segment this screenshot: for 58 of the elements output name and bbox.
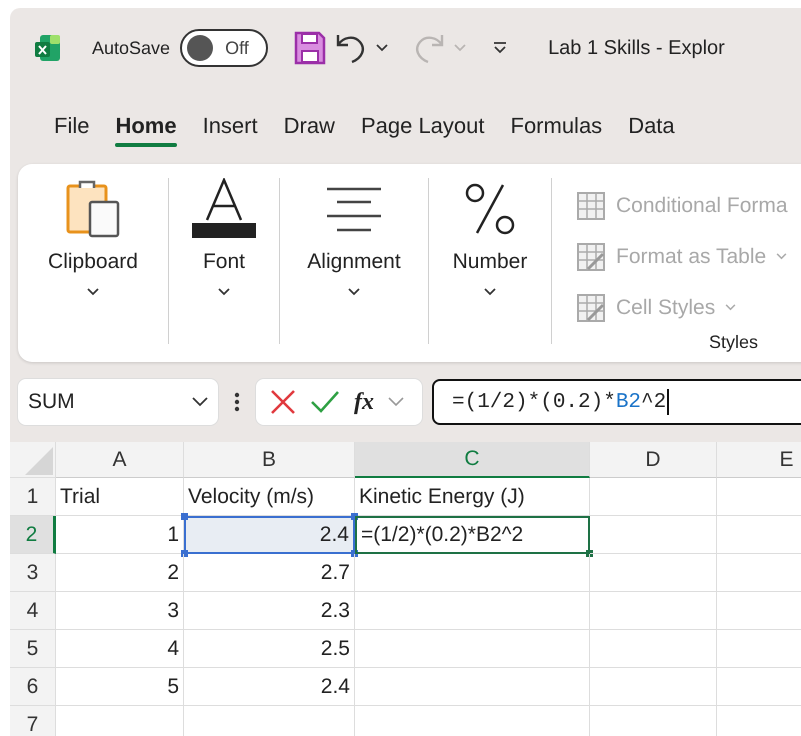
customize-icon[interactable] — [492, 41, 508, 55]
more-options-icon[interactable] — [234, 392, 240, 412]
ribbon-group-button[interactable]: Alignment — [307, 250, 401, 274]
table-cell: Kinetic Energy (J) — [355, 478, 590, 516]
ribbon-tab[interactable]: Home — [105, 105, 187, 147]
ribbon-tab[interactable]: Page Layout — [350, 105, 494, 147]
check-icon[interactable] — [310, 390, 340, 414]
row-header[interactable]: 1 — [10, 478, 56, 516]
table-cell: 2 — [56, 554, 184, 592]
table-cell: 4 — [56, 630, 184, 668]
table-cell: 2.5 — [184, 630, 355, 668]
cancel-icon[interactable] — [270, 389, 296, 415]
table-cell: 2.3 — [184, 592, 355, 630]
row-header[interactable]: 7 — [10, 706, 56, 736]
table-cell: 5 — [56, 668, 184, 706]
caret-icon[interactable] — [376, 44, 388, 52]
align-center-icon[interactable] — [325, 186, 383, 234]
document-title: Lab 1 Skills - Explor — [548, 36, 725, 60]
row-header[interactable]: 5 — [10, 630, 56, 668]
ribbon-tab[interactable]: Data — [618, 105, 685, 147]
autosave-toggle[interactable]: Off — [180, 29, 268, 67]
table-cell: 2.4 — [184, 668, 355, 706]
row-header[interactable]: 4 — [10, 592, 56, 630]
ribbon-tab[interactable]: Formulas — [500, 105, 612, 147]
caret-icon[interactable] — [348, 288, 360, 296]
column-header[interactable]: C — [355, 442, 590, 478]
autosave-label: AutoSave — [92, 38, 170, 58]
table-cell: Trial — [56, 478, 184, 516]
column-header[interactable]: E — [717, 442, 801, 478]
row-header[interactable]: 6 — [10, 668, 56, 706]
ribbon-group-button[interactable]: Number — [452, 250, 528, 274]
table-cell: 2.7 — [184, 554, 355, 592]
row-header[interactable]: 2 — [10, 516, 56, 554]
table-cell: 2.4 — [184, 516, 355, 554]
spreadsheet-app-icon — [34, 33, 62, 63]
group-label: Styles — [709, 332, 758, 353]
font-color-icon[interactable] — [191, 178, 257, 240]
column-header[interactable]: D — [590, 442, 717, 478]
ribbon-tab[interactable]: Insert — [192, 105, 268, 147]
name-box[interactable]: SUM — [18, 379, 218, 425]
save-icon[interactable] — [294, 31, 326, 65]
caret-icon[interactable] — [218, 288, 230, 296]
column-header[interactable]: A — [56, 442, 184, 478]
table-cell: =(1/2)*(0.2)*B2^2 — [355, 516, 590, 554]
insert-function-button[interactable]: fx — [354, 388, 374, 416]
ribbon-tab[interactable]: File — [44, 105, 100, 147]
column-header[interactable]: B — [184, 442, 355, 478]
row-header[interactable]: 3 — [10, 554, 56, 592]
caret-icon[interactable] — [87, 288, 99, 296]
table-style-icon — [576, 190, 606, 220]
table-style-icon — [576, 292, 606, 322]
caret-icon[interactable] — [484, 288, 496, 296]
ribbon-group-button[interactable]: Font — [202, 250, 246, 274]
ribbon-group-button[interactable]: Clipboard — [48, 250, 138, 274]
table-style-icon — [576, 242, 606, 272]
ribbon-tab[interactable]: Draw — [274, 105, 345, 147]
formula-field[interactable]: =(1/2)*(0.2)*B2^2 — [432, 379, 801, 425]
table-cell: 3 — [56, 592, 184, 630]
